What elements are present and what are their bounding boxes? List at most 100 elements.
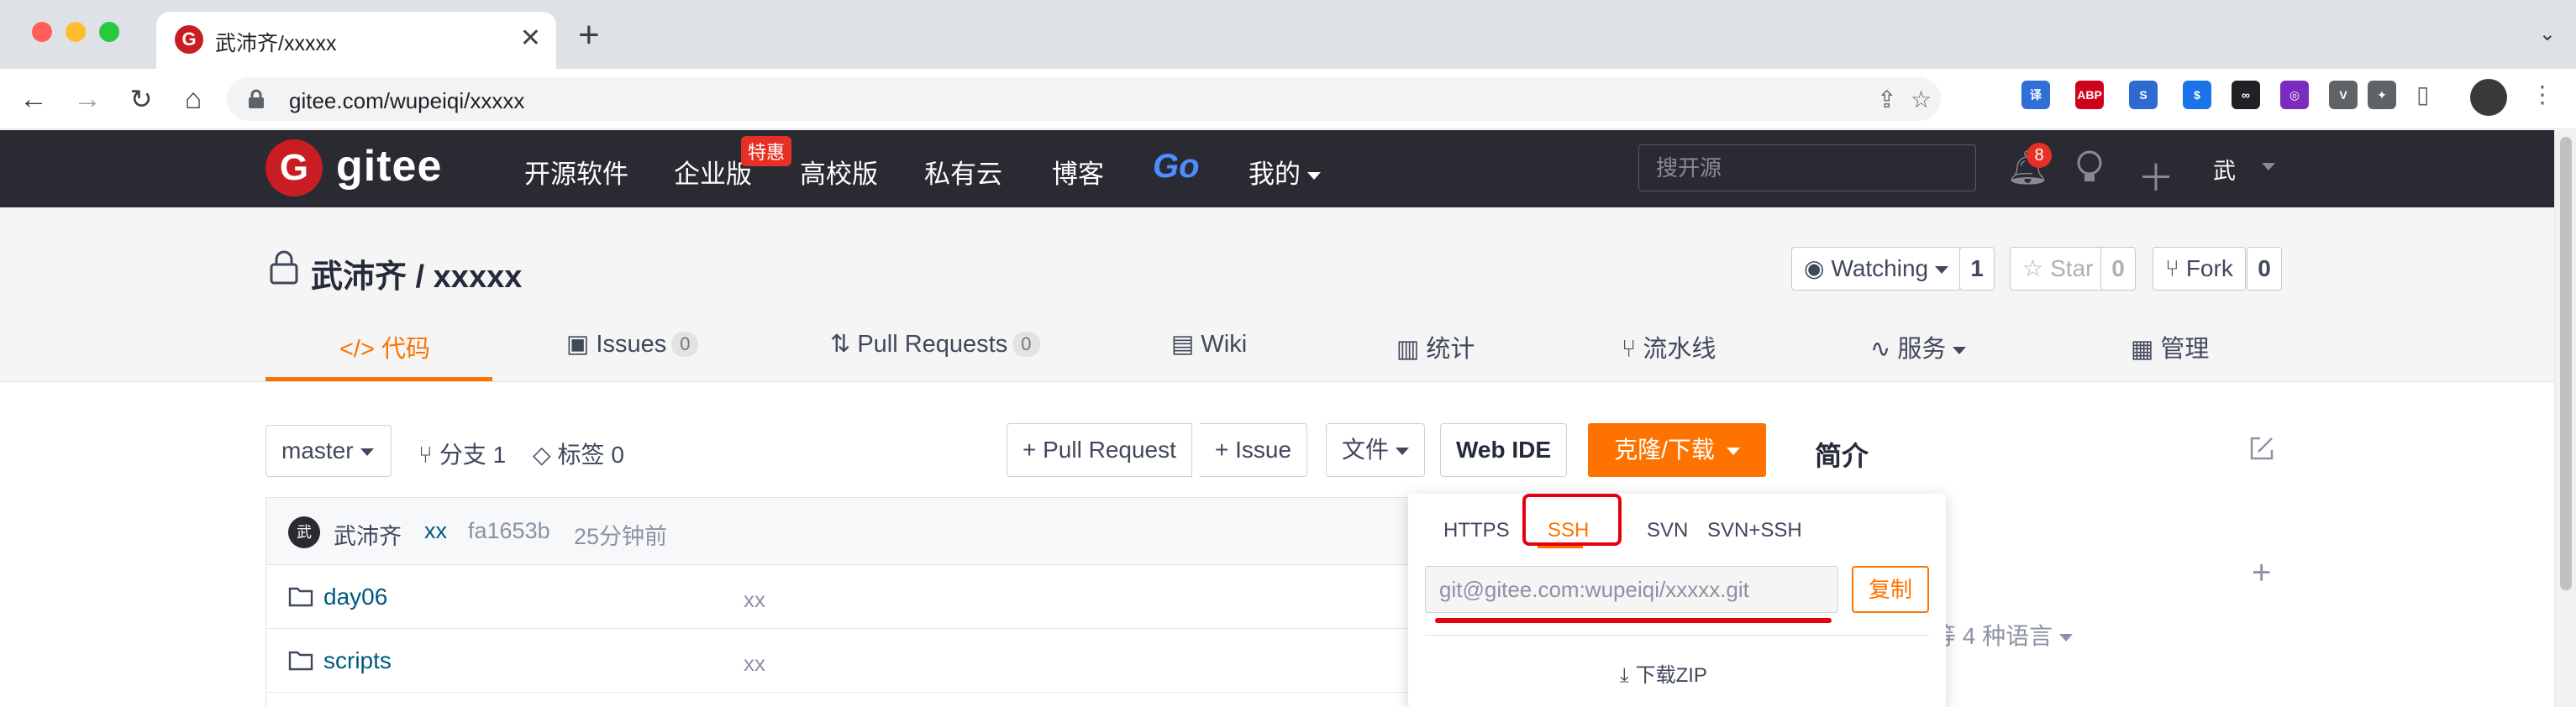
latest-commit-row: 武 武沛齐 xx fa1653b 25分钟前 <box>266 498 1475 565</box>
wallet-extension-icon[interactable]: $ <box>2183 81 2211 109</box>
fork-count[interactable]: 0 <box>2247 247 2282 291</box>
clone-dropdown: HTTPS SSH SVN SVN+SSH 复制 ⤓ 下载ZIP <box>1408 494 1946 707</box>
fork-button[interactable]: ⑂ Fork <box>2153 247 2246 291</box>
protocol-tab-svn-ssh[interactable]: SVN+SSH <box>1707 519 1802 542</box>
adblock-extension-icon[interactable]: ABP <box>2075 81 2104 109</box>
star-count[interactable]: 0 <box>2100 247 2136 291</box>
edit-icon[interactable] <box>2248 435 2275 462</box>
branch-label: master <box>281 437 354 463</box>
tab-wiki[interactable]: ▤ Wiki <box>1171 329 1247 359</box>
reload-icon[interactable]: ↻ <box>123 81 160 118</box>
browser-menu-icon[interactable]: ⋮ <box>2531 81 2554 108</box>
tab-services[interactable]: ∿ 服务 <box>1870 329 1967 364</box>
tab-pull-requests[interactable]: ⇅ Pull Requests 0 <box>830 329 1040 359</box>
site-search-input[interactable] <box>1638 144 1976 191</box>
chevron-down-icon[interactable] <box>2262 163 2275 170</box>
gitee-logo-text[interactable]: gitee <box>336 141 442 191</box>
new-issue-button[interactable]: + Issue <box>1200 423 1308 477</box>
tab-title: 武沛齐/xxxxx <box>215 32 337 55</box>
watch-count[interactable]: 1 <box>1959 247 1995 291</box>
active-tab-underline <box>265 377 492 381</box>
nav-open-source[interactable]: 开源软件 <box>524 153 628 191</box>
tab-pipeline[interactable]: ⑂ 流水线 <box>1622 329 1716 364</box>
watch-button[interactable]: ◉ Watching <box>1791 247 1962 291</box>
back-arrow-icon[interactable]: ← <box>15 81 52 118</box>
commit-author[interactable]: 武沛齐 <box>334 518 402 551</box>
home-icon[interactable]: ⌂ <box>175 81 212 118</box>
tab-manage[interactable]: ▦ 管理 <box>2131 329 2209 364</box>
protocol-tab-svn[interactable]: SVN <box>1647 519 1688 542</box>
gitee-favicon-icon: G <box>175 25 203 54</box>
clone-download-button[interactable]: 克隆/下载 <box>1588 423 1766 477</box>
avatar[interactable]: 武 <box>288 516 320 548</box>
promo-badge: 特惠 <box>741 136 792 166</box>
url-underline-annotation <box>1435 618 1832 623</box>
link-extension-icon[interactable]: ∞ <box>2232 81 2260 109</box>
nav-private-cloud[interactable]: 私有云 <box>924 153 1002 191</box>
tag-icon: ◇ <box>533 442 551 468</box>
window-minimize-button[interactable] <box>66 22 86 42</box>
profile-avatar[interactable] <box>2470 79 2507 116</box>
star-icon: ☆ <box>2022 255 2044 281</box>
tab-issues-label: Issues <box>596 331 667 358</box>
pipeline-icon: ⑂ <box>1622 336 1637 363</box>
add-plus-icon[interactable]: + <box>2252 554 2271 592</box>
protocol-tab-ssh[interactable]: SSH <box>1548 519 1589 542</box>
v-extension-icon[interactable]: V <box>2329 81 2358 109</box>
nav-mine[interactable]: 我的 <box>1249 153 1321 191</box>
tab-close-icon[interactable]: ✕ <box>520 24 541 54</box>
scrollbar-thumb[interactable] <box>2560 137 2572 590</box>
issues-count: 0 <box>671 332 699 357</box>
nav-go[interactable]: Go <box>1153 148 1200 186</box>
branch-select[interactable]: master <box>265 425 392 477</box>
window-close-button[interactable] <box>32 22 52 42</box>
new-pull-request-button[interactable]: + Pull Request <box>1007 423 1192 477</box>
fork-icon: ⑂ <box>2165 255 2179 281</box>
new-tab-icon[interactable]: + <box>578 15 600 55</box>
sidepanel-icon[interactable]: ▯ <box>2416 81 2429 108</box>
browser-tab[interactable]: G 武沛齐/xxxxx ✕ <box>156 12 556 69</box>
file-name[interactable]: day06 <box>323 584 387 610</box>
address-bar[interactable]: gitee.com/wupeiqi/xxxxx ⇪ ☆ <box>227 77 1941 121</box>
repo-title[interactable]: 武沛齐 / xxxxx <box>311 250 522 296</box>
protocol-active-underline <box>1538 546 1583 548</box>
commit-hash[interactable]: fa1653b <box>468 518 550 544</box>
nav-blog[interactable]: 博客 <box>1052 153 1104 191</box>
chevron-down-icon <box>1953 346 1967 354</box>
star-button[interactable]: ☆ Star <box>2010 247 2106 291</box>
protocol-tab-https[interactable]: HTTPS <box>1443 519 1510 542</box>
file-commit-message[interactable]: xx <box>744 651 765 677</box>
clone-url-input[interactable] <box>1425 566 1838 613</box>
download-zip-link[interactable]: ⤓ 下载ZIP <box>1620 658 1707 688</box>
branches-link[interactable]: ⑂ 分支 1 <box>418 437 506 470</box>
table-row[interactable]: day06 xx <box>266 565 1475 629</box>
gitee-logo-icon[interactable]: G <box>265 139 323 196</box>
commit-message[interactable]: xx <box>424 518 447 544</box>
file-name[interactable]: scripts <box>323 647 392 674</box>
lightbulb-icon[interactable] <box>2074 149 2105 186</box>
tab-issues[interactable]: ▣ Issues 0 <box>566 329 699 359</box>
plus-icon[interactable]: ＋ <box>2137 148 2174 202</box>
tab-code[interactable]: </> 代码 <box>339 329 430 364</box>
user-initial[interactable]: 武 <box>2213 153 2236 186</box>
language-summary[interactable]: 等 4 种语言 <box>1932 618 2074 652</box>
nav-education[interactable]: 高校版 <box>800 153 878 191</box>
file-commit-message[interactable]: xx <box>744 587 765 613</box>
page-scrollbar[interactable] <box>2554 130 2576 707</box>
tab-search-chevron-icon[interactable]: ⌄ <box>2539 22 2556 46</box>
tab-stats[interactable]: ▥ 统计 <box>1396 329 1475 364</box>
file-menu-button[interactable]: 文件 <box>1326 423 1426 477</box>
tags-link[interactable]: ◇ 标签 0 <box>533 437 624 470</box>
window-zoom-button[interactable] <box>99 22 119 42</box>
puzzle-extension-icon[interactable]: ✦ <box>2368 81 2396 109</box>
forward-arrow-icon[interactable]: → <box>69 81 106 118</box>
bookmark-star-icon[interactable]: ☆ <box>1911 86 1932 113</box>
web-ide-button[interactable]: Web IDE <box>1440 423 1568 477</box>
s-extension-icon[interactable]: S <box>2129 81 2158 109</box>
file-label: 文件 <box>1342 437 1390 463</box>
color-extension-icon[interactable]: ◎ <box>2280 81 2309 109</box>
table-row[interactable]: scripts xx <box>266 629 1475 693</box>
share-icon[interactable]: ⇪ <box>1877 86 1896 113</box>
copy-button[interactable]: 复制 <box>1852 566 1929 613</box>
translate-extension-icon[interactable]: 译 <box>2021 81 2050 109</box>
